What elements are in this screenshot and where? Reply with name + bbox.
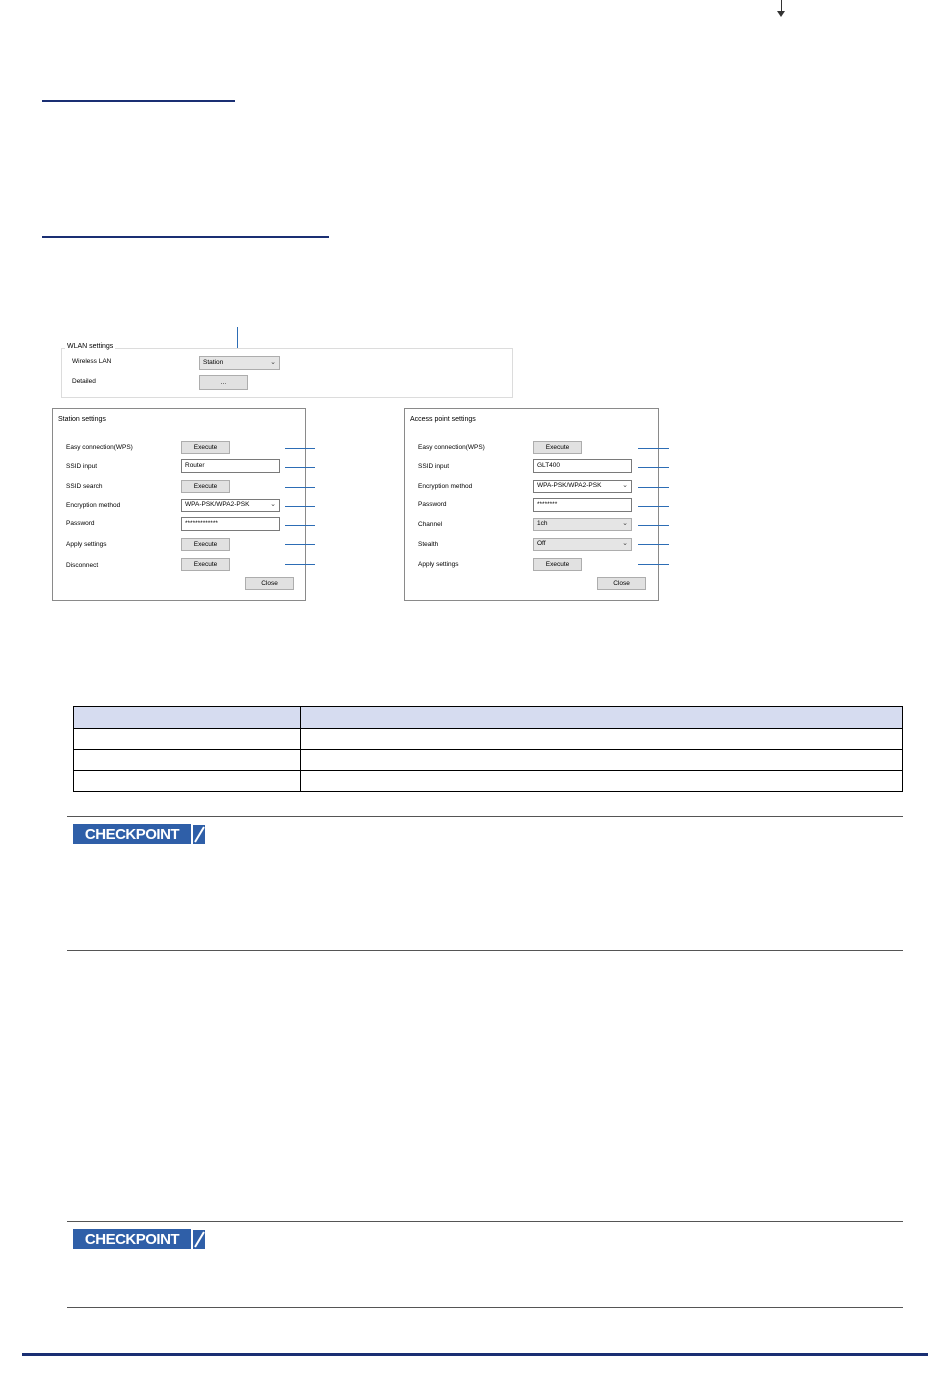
table-header-cell [300,706,903,729]
table-cell [300,770,903,792]
table-header-cell [73,706,301,729]
ap-label-wps: Easy connection(WPS) [418,444,485,451]
checkpoint-bottom-rule [67,950,903,951]
chevron-down-icon: ⌄ [622,520,628,527]
ap-ssid-input[interactable]: GLT400 [533,459,632,473]
chevron-down-icon: ⌄ [270,501,276,508]
checkpoint-top-rule [67,1221,903,1222]
callout-line [638,467,669,468]
ap-wps-execute-button[interactable]: Execute [533,441,582,454]
checkpoint-badge: CHECKPOINT [73,1228,205,1249]
station-apply-button[interactable]: Execute [181,538,230,551]
wireless-lan-select[interactable]: Station ⌄ [199,356,280,370]
station-disconnect-button[interactable]: Execute [181,558,230,571]
checkpoint-top-rule [67,816,903,817]
checkpoint-badge-graphic: CHECKPOINT [73,1229,205,1249]
wireless-lan-label: Wireless LAN [72,358,112,365]
checkpoint-label: CHECKPOINT [85,1231,180,1248]
station-ssid-input[interactable]: Router [181,459,280,473]
table-cell [73,770,301,792]
wlan-settings-group [61,348,513,398]
ap-channel-select[interactable]: 1ch ⌄ [533,518,632,531]
callout-line [638,525,669,526]
station-ssid-search-button[interactable]: Execute [181,480,230,493]
ap-label-password: Password [418,501,447,508]
ap-label-channel: Channel [418,521,443,528]
section-heading-underline [42,236,329,238]
table-cell [300,728,903,750]
station-wps-execute-button[interactable]: Execute [181,441,230,454]
callout-line [638,506,669,507]
callout-line [638,564,669,565]
detailed-label: Detailed [72,378,96,385]
station-label-ssid-search: SSID search [66,483,103,490]
chevron-down-icon: ⌄ [270,359,276,366]
ap-encryption-select[interactable]: WPA-PSK/WPA2-PSK ⌄ [533,480,632,493]
corner-arrow-icon [777,11,785,17]
section-heading-underline [42,100,235,102]
access-point-settings-title: Access point settings [410,416,476,423]
ap-stealth-select[interactable]: Off ⌄ [533,538,632,551]
station-encryption-value: WPA-PSK/WPA2-PSK [185,501,250,508]
footer-rule [22,1353,928,1356]
checkpoint-badge-graphic: CHECKPOINT [73,824,205,844]
chevron-down-icon: ⌄ [622,482,628,489]
ap-apply-button[interactable]: Execute [533,558,582,571]
table-row [73,770,903,792]
table-cell [73,749,301,771]
table-row [73,749,903,771]
station-label-encryption: Encryption method [66,502,121,509]
settings-table [73,706,903,792]
table-row [73,728,903,750]
ap-stealth-value: Off [537,540,546,547]
callout-line [285,525,315,526]
callout-line [638,544,669,545]
table-cell [300,749,903,771]
ap-encryption-value: WPA-PSK/WPA2-PSK [537,482,602,489]
ap-label-encryption: Encryption method [418,483,473,490]
detailed-button[interactable]: ... [199,375,248,390]
ap-password-field[interactable]: ******** [533,498,632,512]
ap-channel-value: 1ch [537,520,548,527]
callout-line [638,487,669,488]
checkpoint-bottom-rule [67,1307,903,1308]
checkpoint-badge: CHECKPOINT [73,823,205,844]
station-label-password: Password [66,520,95,527]
station-password-field[interactable]: ************* [181,517,280,531]
ap-close-button[interactable]: Close [597,577,646,590]
callout-line [285,506,315,507]
table-header-row [73,706,903,729]
callout-line [285,448,315,449]
callout-line [285,487,315,488]
ap-label-ssid-input: SSID input [418,463,450,470]
wireless-lan-value: Station [203,359,224,366]
station-label-wps: Easy connection(WPS) [66,444,133,451]
pen-icon [193,825,205,844]
table-cell [73,728,301,750]
wlan-settings-title: WLAN settings [65,343,116,350]
station-settings-title: Station settings [58,416,106,423]
callout-line [638,448,669,449]
callout-line [285,564,315,565]
station-label-disconnect: Disconnect [66,562,99,569]
station-label-ssid-input: SSID input [66,463,98,470]
callout-line [285,544,315,545]
ap-label-stealth: Stealth [418,541,439,548]
station-encryption-select[interactable]: WPA-PSK/WPA2-PSK ⌄ [181,499,280,512]
callout-line [285,467,315,468]
chevron-down-icon: ⌄ [622,540,628,547]
pen-icon [193,1230,205,1249]
station-close-button[interactable]: Close [245,577,294,590]
ap-label-apply: Apply settings [418,561,459,568]
checkpoint-label: CHECKPOINT [85,826,180,843]
station-label-apply: Apply settings [66,541,107,548]
